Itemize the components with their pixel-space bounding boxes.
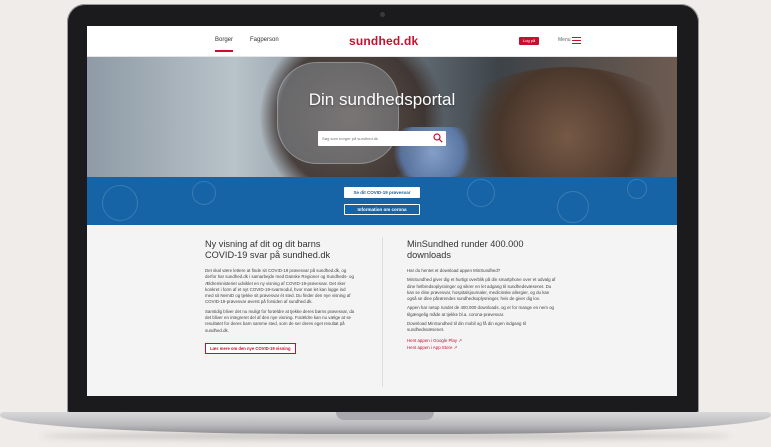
covid-results-button[interactable]: Se dit COVID-19 prøvesvar: [344, 187, 420, 198]
article-title: Ny visning af dit og dit barns COVID-19 …: [205, 239, 331, 260]
article-paragraph: Det skal være lettere at finde sit COVID…: [205, 268, 354, 305]
article-title: MinSundhed runder 400.000 downloads: [407, 239, 524, 260]
login-button[interactable]: Log på: [519, 37, 540, 45]
google-play-link[interactable]: Hent appen i Google Play ↗: [407, 337, 557, 344]
webcam: [380, 12, 385, 17]
news-article-covid: Ny visning af dit og dit barns COVID-19 …: [205, 239, 355, 355]
search-icon[interactable]: [433, 133, 443, 143]
menu-icon[interactable]: [572, 37, 581, 44]
corona-info-button[interactable]: Information om corona: [344, 204, 420, 215]
hero-image-patient: [447, 67, 677, 177]
virus-decoration: [467, 179, 495, 207]
hero-title: Din sundhedsportal: [308, 90, 456, 109]
app-store-link-label: Hent appen i App Store: [407, 344, 453, 350]
covid-band: Se dit COVID-19 prøvesvar Information om…: [87, 177, 677, 225]
virus-decoration: [627, 179, 647, 199]
article-paragraph: Appen har netop rundet de 400.000 downlo…: [407, 305, 554, 317]
search-box: [318, 131, 446, 146]
site-logo[interactable]: sundhed.dk: [349, 34, 418, 48]
article-paragraph: Har du hentet et download appen MinSundh…: [407, 268, 501, 273]
article-paragraph: Samtidig bliver det nu muligt for foræld…: [205, 308, 355, 333]
article-paragraph: MinSundhed giver dig et hurtigt overblik…: [407, 277, 556, 302]
logo-domain: .dk: [400, 34, 419, 48]
logo-text: sundhed: [349, 34, 401, 48]
laptop-notch: [336, 412, 434, 420]
search-input[interactable]: [322, 134, 422, 143]
tab-fagperson[interactable]: Fagperson: [250, 37, 279, 43]
virus-decoration: [557, 191, 589, 223]
laptop-screen: Borger Fagperson sundhed.dk Log på Menu …: [87, 26, 677, 396]
menu-label[interactable]: Menu: [558, 37, 571, 43]
hero-banner: Din sundhedsportal: [87, 57, 677, 177]
google-play-link-label: Hent appen i Google Play: [407, 337, 458, 343]
site-header: Borger Fagperson sundhed.dk Log på Menu: [87, 26, 677, 57]
virus-decoration: [102, 185, 138, 221]
read-more-button[interactable]: Læs mere om den nye COVID-19 visning: [205, 342, 296, 354]
app-store-link[interactable]: Hent appen i App Store ↗: [407, 344, 557, 351]
column-divider: [382, 237, 383, 387]
external-link-icon: ↗: [453, 344, 458, 350]
news-article-minsundhed: MinSundhed runder 400.000 downloads Har …: [407, 239, 557, 351]
tab-borger[interactable]: Borger: [215, 37, 234, 52]
virus-decoration: [192, 181, 216, 205]
news-section: Ny visning af dit og dit barns COVID-19 …: [87, 225, 677, 396]
external-link-icon: ↗: [458, 337, 462, 343]
laptop-lid: Borger Fagperson sundhed.dk Log på Menu …: [67, 4, 699, 414]
article-paragraph: Download MinSundhed til din mobil og få …: [407, 321, 526, 333]
hero-image-visor: [277, 62, 399, 164]
